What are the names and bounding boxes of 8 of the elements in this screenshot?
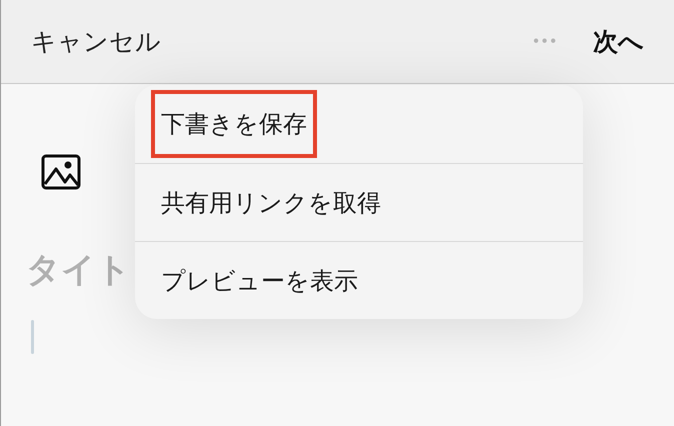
image-icon[interactable] [41, 154, 81, 190]
cancel-button[interactable]: キャンセル [31, 25, 161, 58]
title-field[interactable]: タイト [26, 250, 134, 290]
menu-item[interactable]: 下書きを保存 [151, 90, 317, 158]
menu-item[interactable]: プレビューを表示 [151, 246, 368, 314]
next-button[interactable]: 次へ [593, 25, 644, 58]
text-cursor [31, 320, 34, 354]
menu-item[interactable]: 共有用リンクを取得 [151, 168, 391, 236]
